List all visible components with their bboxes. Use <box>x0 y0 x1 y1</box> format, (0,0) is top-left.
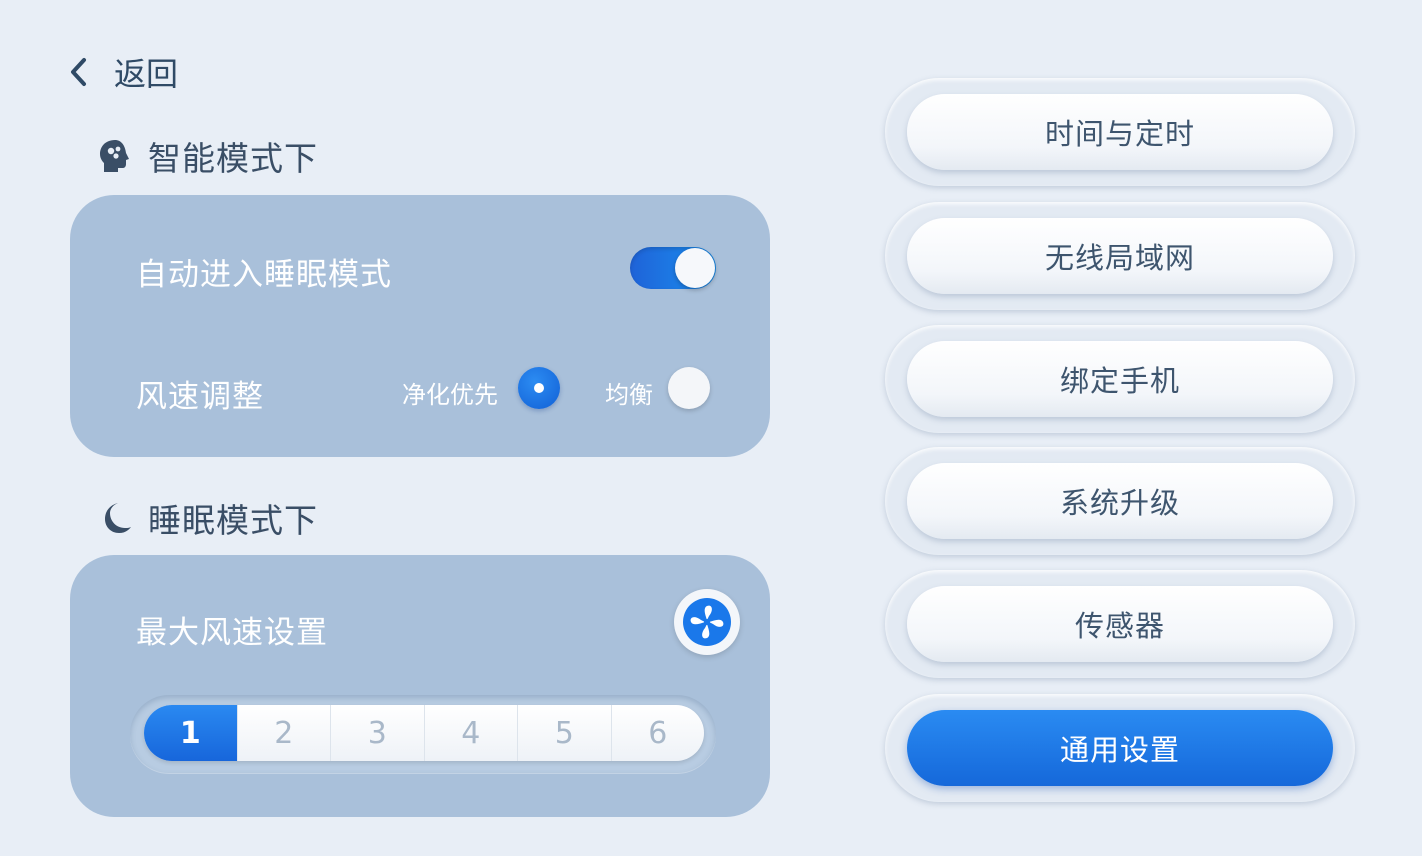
menu-item-wrapper: 通用设置 <box>885 694 1355 802</box>
speed-level-4[interactable]: 4 <box>423 705 518 761</box>
menu-item-wrapper: 传感器 <box>885 570 1355 678</box>
option-balanced-radio[interactable] <box>668 367 710 409</box>
head-brain-icon <box>100 140 129 172</box>
option-purify-first-radio[interactable] <box>518 367 560 409</box>
speed-level-6[interactable]: 6 <box>610 705 705 761</box>
moon-icon <box>105 503 131 533</box>
chevron-left-icon <box>71 58 86 86</box>
speed-level-2[interactable]: 2 <box>236 705 331 761</box>
toggle-knob <box>675 248 715 288</box>
speed-level-3[interactable]: 3 <box>330 705 424 761</box>
fan-button[interactable] <box>674 589 740 655</box>
back-button[interactable]: 返回 <box>66 50 178 94</box>
menu-item-wrapper: 无线局域网 <box>885 202 1355 310</box>
sleep-mode-panel: 最大风速设置 123456 <box>70 555 770 817</box>
speed-levels: 123456 <box>144 705 704 761</box>
menu-item-button[interactable]: 通用设置 <box>907 710 1333 786</box>
menu-item-wrapper: 绑定手机 <box>885 325 1355 433</box>
speed-level-5[interactable]: 5 <box>517 705 611 761</box>
auto-sleep-label: 自动进入睡眠模式 <box>136 257 392 293</box>
option-purify-first-label: 净化优先 <box>402 381 498 409</box>
smart-mode-title: 智能模式下 <box>96 132 318 180</box>
menu-item-button[interactable]: 绑定手机 <box>907 341 1333 417</box>
sleep-mode-title-text: 睡眠模式下 <box>148 501 318 540</box>
menu-item-button[interactable]: 传感器 <box>907 586 1333 662</box>
back-label: 返回 <box>114 55 179 93</box>
menu-item-wrapper: 系统升级 <box>885 447 1355 555</box>
fan-icon <box>683 598 731 646</box>
option-balanced-label: 均衡 <box>605 381 653 409</box>
fan-speed-label: 风速调整 <box>136 379 264 415</box>
sleep-mode-title: 睡眠模式下 <box>96 494 318 542</box>
speed-level-1[interactable]: 1 <box>144 705 237 761</box>
menu-item-button[interactable]: 系统升级 <box>907 463 1333 539</box>
menu-item-button[interactable]: 无线局域网 <box>907 218 1333 294</box>
menu-item-wrapper: 时间与定时 <box>885 78 1355 186</box>
smart-mode-title-text: 智能模式下 <box>148 139 318 178</box>
auto-sleep-toggle[interactable] <box>630 247 716 289</box>
menu-item-button[interactable]: 时间与定时 <box>907 94 1333 170</box>
smart-mode-panel: 自动进入睡眠模式 风速调整 净化优先 均衡 <box>70 195 770 457</box>
max-speed-selector: 123456 <box>130 695 716 773</box>
max-speed-label: 最大风速设置 <box>136 615 328 651</box>
